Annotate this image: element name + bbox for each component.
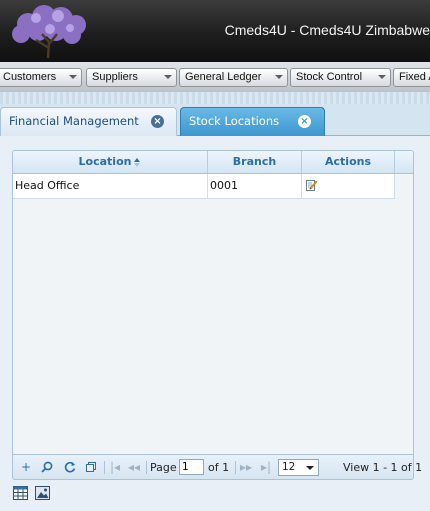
tab-bar-pattern (0, 92, 430, 104)
last-page-icon[interactable]: ▸| (259, 460, 273, 474)
pager-separator (146, 461, 147, 474)
rows-per-page-select[interactable]: 12 (278, 459, 319, 476)
column-header-actions[interactable]: Actions (302, 151, 395, 173)
search-icon[interactable] (40, 460, 54, 474)
menu-general-ledger[interactable]: General Ledger (179, 68, 288, 87)
chevron-down-icon (275, 75, 283, 79)
refresh-icon[interactable] (63, 460, 77, 474)
chevron-down-icon (378, 75, 386, 79)
tab-financial-management[interactable]: Financial Management × (0, 107, 177, 136)
table-row[interactable]: Head Office 0001 (13, 174, 395, 199)
column-header-branch[interactable]: Branch (208, 151, 302, 173)
columns-icon[interactable] (84, 460, 98, 474)
menu-label: General Ledger (185, 71, 262, 83)
rows-per-page-value: 12 (282, 461, 296, 473)
image-icon[interactable] (35, 486, 50, 500)
chevron-down-icon (306, 466, 314, 470)
chevron-down-icon (69, 75, 77, 79)
menu-label: Fixed Assets (399, 71, 430, 83)
page-number-input[interactable] (179, 459, 204, 475)
first-page-icon[interactable]: |◂ (108, 460, 122, 474)
grid-pager: + |◂ ◂◂ Page of 1 ▸▸ ▸| 12 View 1 - 1 of… (12, 454, 422, 480)
menu-customers[interactable]: Customers (0, 68, 82, 87)
app-header: Cmeds4U - Cmeds4U Zimbabwe (0, 0, 430, 62)
spreadsheet-icon[interactable] (13, 486, 28, 500)
menu-label: Customers (3, 71, 57, 83)
tab-bar: Financial Management × Stock Locations × (0, 92, 430, 136)
stock-locations-grid: Location Branch Actions Head Office 0001 (12, 150, 414, 480)
app-title: Cmeds4U - Cmeds4U Zimbabwe (224, 22, 430, 38)
sort-ascending-icon (134, 157, 141, 167)
menu-fixed-assets[interactable]: Fixed Assets (393, 68, 430, 87)
chevron-down-icon (164, 75, 172, 79)
tab-stock-locations[interactable]: Stock Locations × (180, 107, 325, 136)
cell-location: Head Office (13, 174, 208, 198)
add-icon[interactable]: + (19, 460, 33, 474)
page-count-label: of 1 (208, 461, 230, 474)
prev-page-icon[interactable]: ◂◂ (127, 460, 141, 474)
menu-suppliers[interactable]: Suppliers (86, 68, 177, 87)
close-icon[interactable]: × (151, 115, 164, 128)
column-header-location[interactable]: Location (13, 151, 208, 173)
pager-separator (104, 461, 105, 474)
tab-label: Stock Locations (189, 114, 280, 128)
edit-icon[interactable] (306, 179, 317, 191)
column-label: Location (78, 155, 132, 168)
page-label: Page (150, 461, 177, 474)
menu-label: Suppliers (92, 71, 138, 83)
grid-header: Location Branch Actions (13, 151, 413, 174)
tab-label: Financial Management (9, 114, 139, 128)
jacaranda-tree-logo (12, 5, 86, 59)
close-icon[interactable]: × (298, 115, 311, 128)
next-page-icon[interactable]: ▸▸ (239, 460, 253, 474)
view-records-text: View 1 - 1 of 1 (343, 461, 423, 474)
cell-branch: 0001 (208, 174, 302, 198)
menu-stock-control[interactable]: Stock Control (290, 68, 391, 87)
pager-separator (235, 461, 236, 474)
cell-actions (302, 174, 395, 198)
menu-label: Stock Control (296, 71, 363, 83)
content-area: Location Branch Actions Head Office 0001 (0, 136, 430, 511)
main-menu-bar: Customers Suppliers General Ledger Stock… (0, 62, 430, 92)
column-label: Actions (325, 155, 371, 168)
column-label: Branch (232, 155, 277, 168)
